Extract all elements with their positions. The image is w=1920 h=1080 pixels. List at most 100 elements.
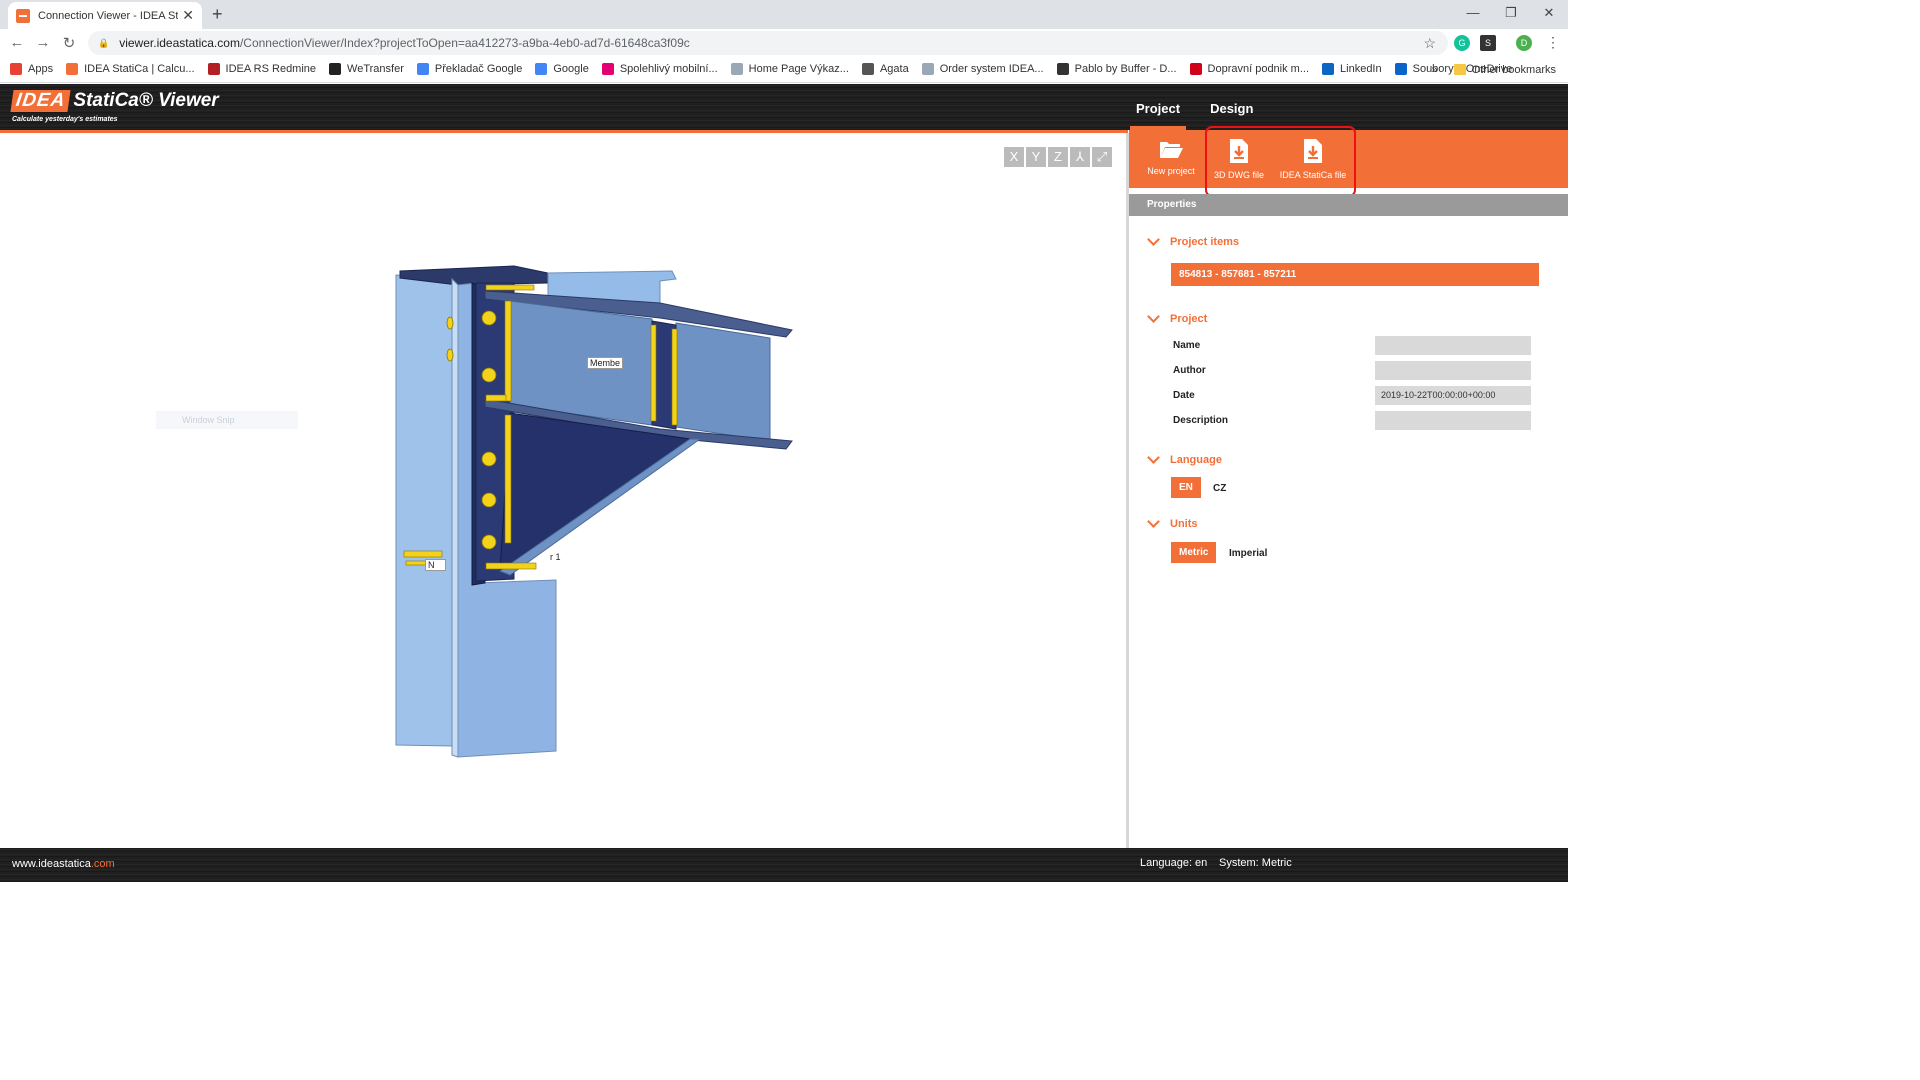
wetransfer-icon — [329, 63, 342, 75]
bookmark-item[interactable]: Pablo by Buffer - D... — [1056, 63, 1177, 75]
pablo-icon — [1056, 63, 1069, 75]
reload-icon[interactable]: ↻ — [56, 34, 82, 52]
author-field[interactable] — [1375, 361, 1531, 380]
browser-tab[interactable]: Connection Viewer - IDEA StatiC ✕ — [8, 2, 202, 29]
menu-kebab-icon[interactable]: ⋮ — [1546, 34, 1560, 51]
steel-connection-model — [395, 265, 793, 758]
bookmark-item[interactable]: WeTransfer — [329, 63, 404, 75]
project-items-section[interactable]: Project items — [1147, 233, 1240, 248]
right-panel: New project 3D DWG file IDEA StatiCa fil… — [1129, 126, 1568, 848]
tab-design[interactable]: Design — [1210, 101, 1253, 116]
onedrive-icon — [1394, 63, 1407, 75]
minimize-icon[interactable]: — — [1454, 0, 1492, 29]
bookmark-label: IDEA StatiCa | Calcu... — [84, 63, 195, 75]
bookmark-item[interactable]: Google — [535, 63, 589, 75]
units-metric-button[interactable]: Metric — [1171, 542, 1217, 563]
name-label: Name — [1173, 340, 1201, 351]
properties-header: Properties — [1129, 194, 1568, 216]
project-item-selected[interactable]: 854813 - 857681 - 857211 — [1171, 263, 1539, 286]
profile-avatar[interactable]: D — [1516, 35, 1532, 51]
project-items-title: Project items — [1170, 236, 1240, 248]
bookmark-label: LinkedIn — [1340, 63, 1382, 75]
browser-toolbar: ← → ↻ 🔒 viewer.ideastatica.com/Connectio… — [0, 29, 1568, 56]
language-title: Language — [1170, 454, 1222, 466]
units-imperial-button[interactable]: Imperial — [1221, 543, 1275, 564]
dp-icon — [1189, 63, 1202, 75]
member-label-2: r 1 — [550, 552, 561, 562]
folder-open-icon — [1160, 142, 1183, 158]
tmobile-icon — [601, 63, 614, 75]
bookmark-label: Dopravní podnik m... — [1207, 63, 1310, 75]
site-domain: .com — [90, 858, 115, 870]
redmine-icon — [207, 63, 220, 75]
bookmark-label: IDEA RS Redmine — [225, 63, 317, 75]
units-section[interactable]: Units — [1147, 515, 1198, 530]
close-tab-icon[interactable]: ✕ — [182, 7, 194, 24]
browser-tabstrip: Connection Viewer - IDEA StatiC ✕ + — ❐ … — [0, 0, 1568, 29]
app-header: IDEA StatiCa® Viewer Calculate yesterday'… — [0, 84, 1568, 133]
footer-site-link[interactable]: www.ideastatica.com — [12, 858, 115, 870]
grammarly-icon[interactable]: G — [1454, 35, 1470, 51]
more-bookmarks-icon[interactable]: » — [1432, 64, 1438, 76]
project-section[interactable]: Project — [1147, 310, 1208, 325]
apps-grid-icon — [10, 63, 22, 75]
extension-icon[interactable]: S — [1480, 35, 1496, 51]
bookmark-label: Agata — [879, 63, 909, 75]
bookmark-label: Order system IDEA... — [939, 63, 1044, 75]
other-bookmarks[interactable]: Other bookmarks — [1472, 64, 1556, 76]
bookmarks-right: » Other bookmarks — [1432, 56, 1557, 83]
bookmark-item[interactable]: Spolehlivý mobilní... — [601, 63, 718, 75]
bookmark-star-icon[interactable]: ☆ — [1423, 35, 1436, 52]
bookmark-label: Home Page Výkaz... — [748, 63, 849, 75]
chevron-down-icon — [1147, 233, 1160, 246]
window-controls: — ❐ ✕ — [1454, 0, 1568, 29]
bookmark-item[interactable]: Překladač Google — [416, 63, 523, 75]
address-bar[interactable]: 🔒 viewer.ideastatica.com/ConnectionViewe… — [88, 31, 1448, 55]
bookmark-item[interactable]: Apps — [10, 63, 53, 75]
date-label: Date — [1173, 390, 1195, 401]
close-window-icon[interactable]: ✕ — [1530, 0, 1568, 29]
main-menu: Project Design — [1128, 84, 1275, 130]
new-tab-icon[interactable]: + — [212, 4, 223, 25]
lock-icon: 🔒 — [98, 37, 110, 48]
bookmark-item[interactable]: Order system IDEA... — [921, 63, 1044, 75]
google-icon — [535, 63, 548, 75]
model-viewport[interactable]: X Y Z ⅄ ⤢ Window Snip Membe r 1 N — [0, 133, 1126, 848]
folder-icon — [1453, 64, 1466, 75]
language-section[interactable]: Language — [1147, 451, 1222, 466]
back-icon[interactable]: ← — [4, 34, 30, 51]
description-label: Description — [1173, 415, 1229, 426]
linkedin-icon — [1322, 63, 1335, 75]
idea-favicon-icon — [16, 8, 30, 23]
date-field[interactable]: 2019-10-22T00:00:00+00:00 — [1375, 386, 1531, 405]
bookmark-label: WeTransfer — [347, 63, 404, 75]
bookmark-item[interactable]: Home Page Výkaz... — [730, 63, 849, 75]
bookmark-item[interactable]: Agata — [861, 63, 909, 75]
new-project-button[interactable]: New project — [1143, 138, 1199, 176]
bookmark-item[interactable]: LinkedIn — [1322, 63, 1382, 75]
logo-statica: StatiCa® Viewer — [73, 90, 219, 111]
author-label: Author — [1173, 365, 1206, 376]
bookmark-item[interactable]: IDEA RS Redmine — [207, 63, 317, 75]
language-cz-button[interactable]: CZ — [1205, 478, 1234, 499]
description-field[interactable] — [1375, 411, 1531, 430]
language-en-button[interactable]: EN — [1171, 477, 1201, 498]
project-title: Project — [1170, 313, 1208, 325]
new-project-label: New project — [1147, 166, 1195, 176]
bookmark-item[interactable]: IDEA StatiCa | Calcu... — [66, 63, 195, 75]
bookmark-item[interactable]: Dopravní podnik m... — [1189, 63, 1310, 75]
tab-project[interactable]: Project — [1129, 101, 1187, 130]
app-footer: www.ideastatica.com Language: en System:… — [0, 848, 1568, 882]
bookmark-label: Apps — [28, 63, 54, 75]
name-field[interactable] — [1375, 336, 1531, 355]
restore-icon[interactable]: ❐ — [1492, 0, 1530, 29]
system-status: System: Metric — [1219, 857, 1292, 869]
bookmarks-bar: Apps IDEA StatiCa | Calcu... IDEA RS Redmi… — [0, 56, 1568, 83]
agata-icon — [861, 63, 874, 75]
tab-title: Connection Viewer - IDEA StatiC — [38, 9, 179, 22]
forward-icon[interactable]: → — [30, 34, 56, 51]
bookmark-label: Překladač Google — [434, 63, 523, 75]
units-title: Units — [1170, 518, 1198, 530]
url-host: viewer.ideastatica.com — [119, 36, 240, 50]
chevron-down-icon — [1147, 515, 1160, 528]
